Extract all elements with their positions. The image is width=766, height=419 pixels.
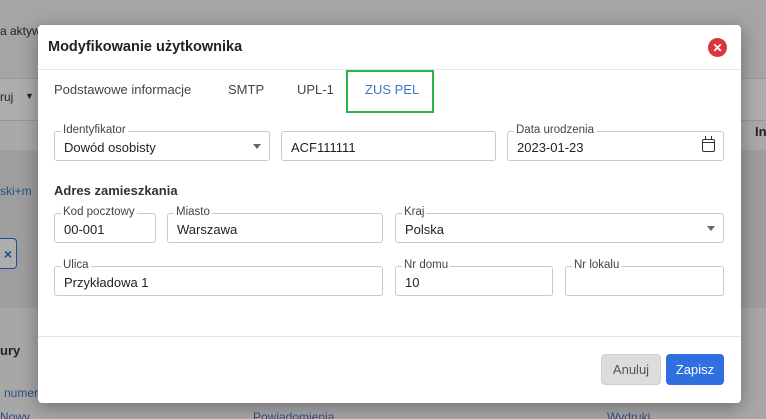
tab-smtp[interactable]: SMTP (228, 82, 264, 97)
modal-close-button[interactable]: ✕ (708, 38, 727, 57)
chevron-down-icon (707, 226, 715, 231)
edit-user-modal: Modyfikowanie użytkownika ✕ Podstawowe i… (38, 25, 741, 403)
house-number-label: Nr domu (402, 259, 451, 272)
identyfikator-value: Dowód osobisty (64, 140, 156, 155)
house-number-input[interactable]: Nr domu 10 (395, 259, 553, 296)
active-tab-highlight (346, 70, 434, 113)
address-section-title: Adres zamieszkania (54, 183, 178, 198)
modal-header: Modyfikowanie użytkownika ✕ (38, 25, 741, 70)
cancel-button[interactable]: Anuluj (601, 354, 661, 385)
chevron-down-icon (253, 144, 261, 149)
postal-code-input[interactable]: Kod pocztowy 00-001 (54, 206, 156, 243)
modal-footer: Anuluj Zapisz (38, 336, 741, 403)
identyfikator-select[interactable]: Identyfikator Dowód osobisty (54, 124, 270, 161)
birth-date-value: 2023-01-23 (517, 140, 584, 155)
document-number-value: ACF111111 (291, 140, 356, 155)
document-number-input[interactable]: ACF111111 (281, 131, 496, 161)
city-value: Warszawa (177, 222, 238, 237)
tab-upl1[interactable]: UPL-1 (297, 82, 334, 97)
birth-date-label: Data urodzenia (514, 124, 596, 137)
postal-code-label: Kod pocztowy (61, 206, 137, 219)
country-label: Kraj (402, 206, 427, 219)
street-value: Przykładowa 1 (64, 275, 149, 290)
modal-title: Modyfikowanie użytkownika (48, 39, 243, 55)
country-select[interactable]: Kraj Polska (395, 206, 724, 243)
close-icon: ✕ (712, 40, 723, 55)
country-value: Polska (405, 222, 445, 237)
identyfikator-label: Identyfikator (61, 124, 128, 137)
apartment-number-input[interactable]: Nr lokalu (565, 259, 724, 296)
calendar-icon[interactable] (702, 136, 715, 152)
birth-date-input[interactable]: Data urodzenia 2023-01-23 (507, 124, 724, 161)
apartment-number-label: Nr lokalu (572, 259, 622, 272)
city-input[interactable]: Miasto Warszawa (167, 206, 383, 243)
postal-code-value: 00-001 (64, 222, 105, 237)
save-button[interactable]: Zapisz (666, 354, 724, 385)
tab-basic-info[interactable]: Podstawowe informacje (54, 82, 191, 97)
street-label: Ulica (61, 259, 91, 272)
city-label: Miasto (174, 206, 212, 219)
street-input[interactable]: Ulica Przykładowa 1 (54, 259, 383, 296)
house-number-value: 10 (405, 275, 420, 290)
